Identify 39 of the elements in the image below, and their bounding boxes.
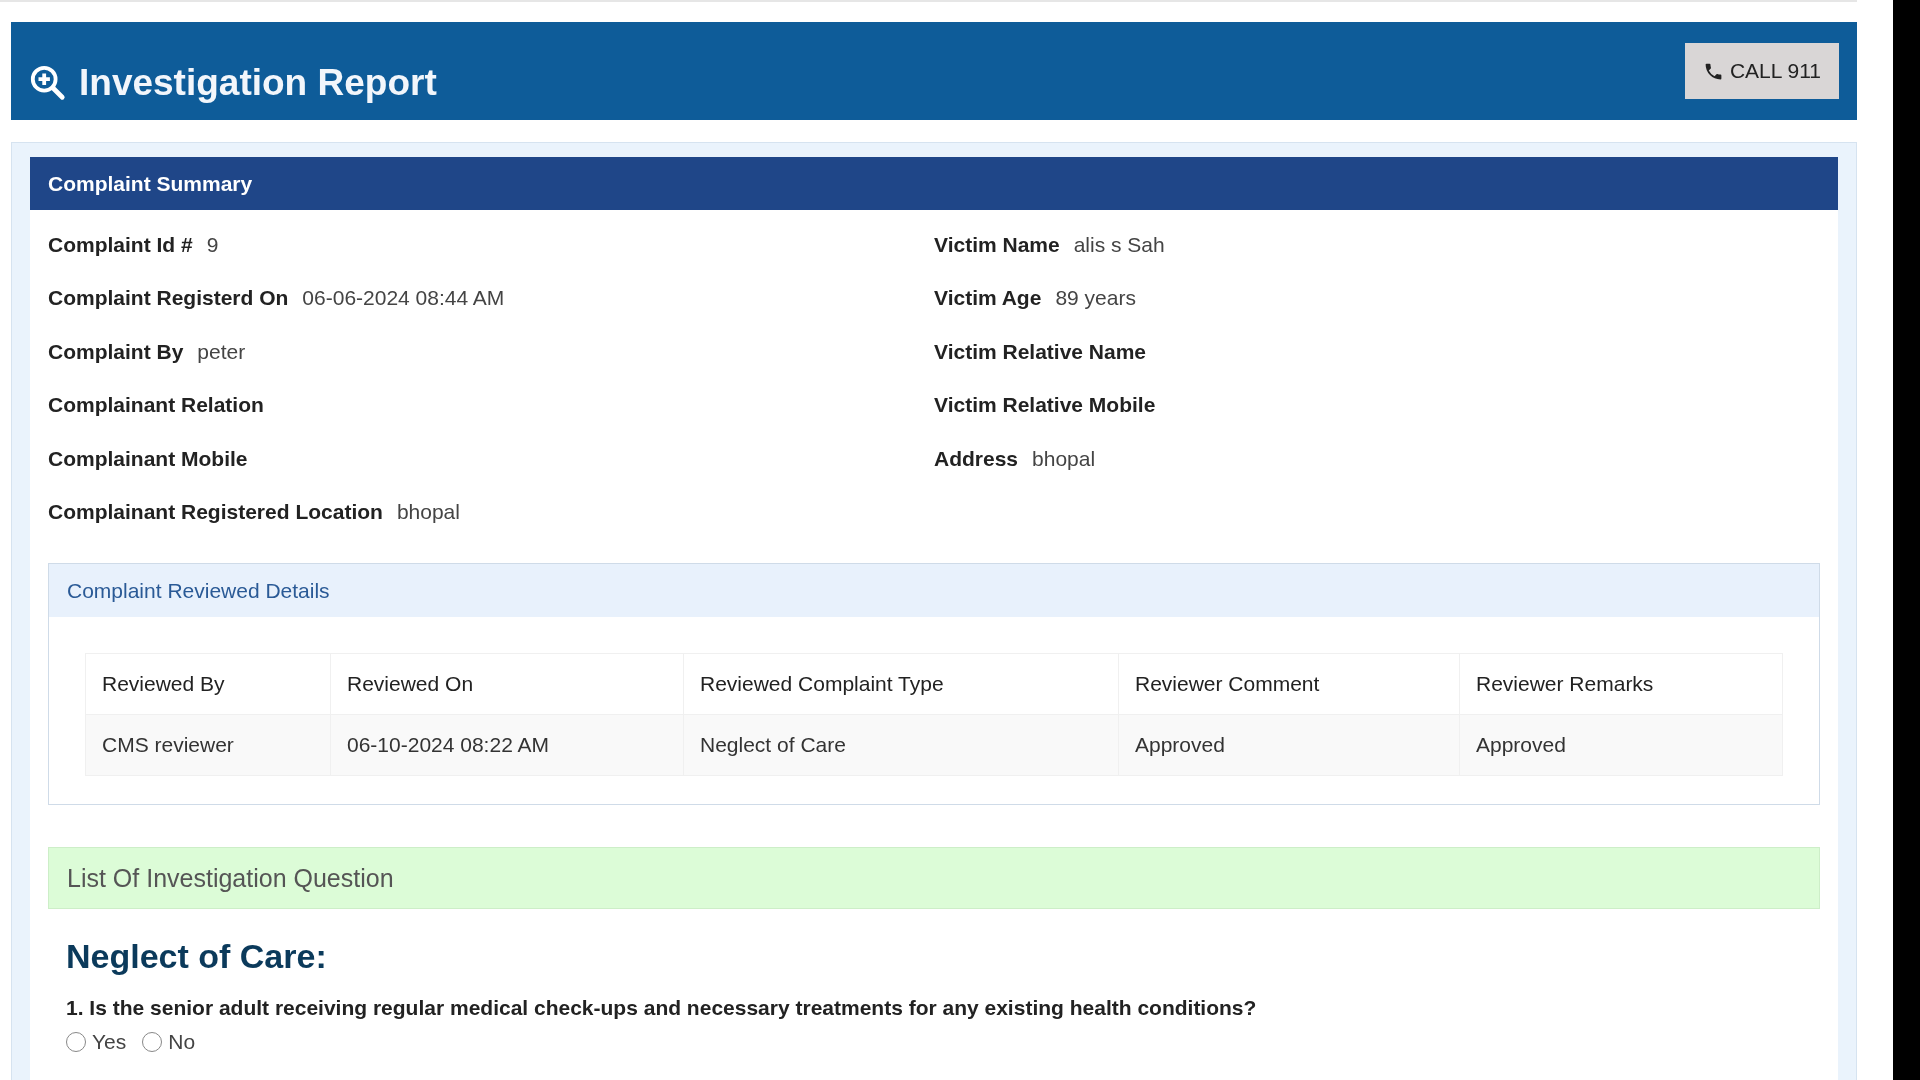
radio-option[interactable]: No: [142, 1030, 196, 1054]
field-value: bhopal: [1032, 446, 1096, 471]
table-cell: CMS reviewer: [85, 714, 331, 776]
field-label: Complaint Registerd On: [48, 286, 289, 311]
field-label: Complainant Registered Location: [48, 500, 383, 525]
page-title: Investigation Report: [79, 62, 437, 104]
field-label: Victim Relative Mobile: [934, 393, 1156, 418]
zoom-in-icon: [29, 64, 67, 102]
call-button[interactable]: CALL 911: [1684, 43, 1839, 99]
table-cell: Neglect of Care: [683, 714, 1119, 776]
field-value: 06-06-2024 08:44 AM: [302, 286, 505, 311]
table-cell: Approved: [1459, 714, 1783, 776]
scrollbar[interactable]: [1893, 0, 1920, 1080]
table-cell: 06-10-2024 08:22 AM: [330, 714, 684, 776]
question-text: 1. Is the senior adult receiving regular medical check-ups and necessary treatments for any existing health conditions?: [66, 996, 1258, 1020]
field-label: Complainant Relation: [48, 393, 264, 418]
section-header: Complaint Summary: [30, 157, 1838, 210]
field-label: Victim Name: [934, 232, 1060, 257]
category-heading: Neglect of Care:: [66, 937, 328, 976]
panel-header: Complaint Reviewed Details: [49, 564, 1819, 617]
field-label: Complainant Mobile: [48, 446, 248, 471]
field-value: 89 years: [1055, 286, 1136, 311]
field-label: Complaint Id #: [48, 232, 193, 257]
field-label: Complaint By: [48, 339, 184, 364]
column-header: Reviewer Comment: [1118, 653, 1460, 715]
field-value: bhopal: [396, 500, 460, 525]
field-value: alis s Sah: [1073, 232, 1165, 257]
column-header: Reviewed On: [330, 653, 684, 715]
table-cell: Approved: [1118, 714, 1460, 776]
field-value: 9: [206, 232, 219, 257]
field-value: peter: [197, 339, 246, 364]
column-header: Reviewed By: [85, 653, 331, 715]
field-label: Address: [934, 446, 1019, 471]
field-label: Victim Age: [934, 286, 1042, 311]
radio-option[interactable]: Yes: [66, 1030, 127, 1054]
questions-header: List Of Investigation Question: [48, 847, 1820, 909]
column-header: Reviewed Complaint Type: [683, 653, 1119, 715]
column-header: Reviewer Remarks: [1459, 653, 1783, 715]
field-label: Victim Relative Name: [934, 339, 1147, 364]
